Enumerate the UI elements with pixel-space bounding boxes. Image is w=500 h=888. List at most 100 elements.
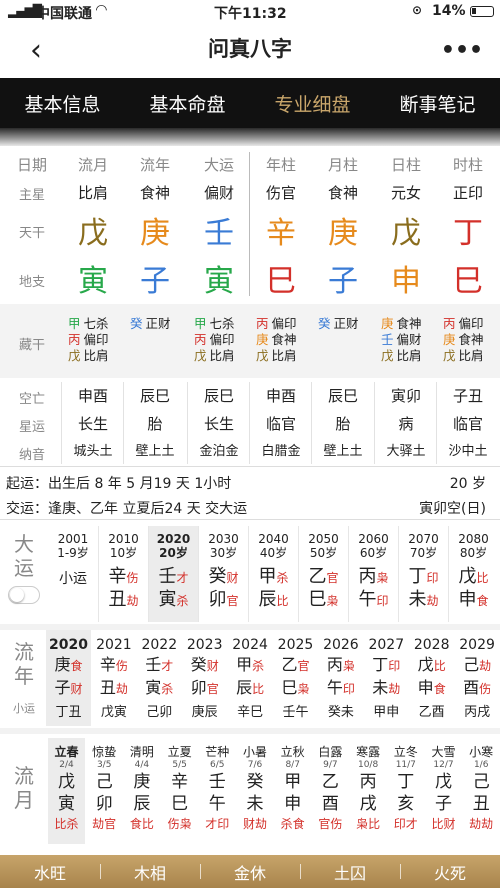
- wuxing-bar: 水旺 木相 金休 土囚 火死: [0, 855, 500, 888]
- liuyue-col-5[interactable]: 小暑 7/6 癸未财劫: [237, 738, 274, 844]
- liunian-col-9[interactable]: 2029 己劫 酉伤 丙戌: [455, 630, 500, 726]
- tab-basic-chart[interactable]: 基本命盘: [125, 78, 250, 128]
- clock: 下午11:32: [214, 6, 287, 22]
- liuyue-col-10[interactable]: 大雪 12/7 戊子比财: [425, 738, 462, 844]
- dayun-age: 20岁: [159, 546, 188, 560]
- dayun-col-3[interactable]: 2030 30岁 癸财 卯官: [198, 526, 248, 622]
- liuyue-zhi: 亥: [397, 794, 415, 814]
- dayun-shishen: 劫: [126, 594, 139, 608]
- liunian-col-8[interactable]: 2028 戊比 申食 乙酉: [409, 630, 454, 726]
- dayun-char: 辛: [108, 566, 127, 587]
- dayun-col-5[interactable]: 2050 50岁 乙官 巳枭: [298, 526, 348, 622]
- header-1: 流月: [77, 156, 108, 174]
- canggan-stem: 癸: [130, 316, 143, 331]
- liuyue-jieqi: 寒露: [356, 745, 381, 759]
- canggan-item: 丙偏印: [188, 332, 250, 348]
- col-divider: [61, 382, 62, 464]
- liuyue-col-4[interactable]: 芒种 6/5 壬午才印: [199, 738, 236, 844]
- liunian-col-0[interactable]: 2020 庚食 子财 丁丑: [46, 630, 91, 726]
- liuyue-col-9[interactable]: 立冬 11/7 丁亥印才: [387, 738, 424, 844]
- liunian-col-3[interactable]: 2023 癸财 卯官 庚辰: [182, 630, 227, 726]
- liunian-col-5[interactable]: 2025 乙官 巳枭 壬午: [273, 630, 318, 726]
- dayun-char: 巳: [308, 589, 327, 610]
- dayun-age: 80岁: [459, 546, 488, 560]
- liuyue-gan: 己: [472, 772, 490, 792]
- tab-notes[interactable]: 断事笔记: [375, 78, 500, 128]
- dayun-col-7[interactable]: 2070 70岁 丁印 未劫: [398, 526, 448, 622]
- dizhi-1: 子: [140, 264, 170, 299]
- liunian-col-7[interactable]: 2027 丁印 未劫 甲申: [364, 630, 409, 726]
- wuxing-fire: 火死: [400, 855, 500, 888]
- tab-pro-chart[interactable]: 专业细盘: [250, 78, 375, 128]
- liuyue-col-11[interactable]: 小寒 1/6 己丑劫劫: [463, 738, 500, 844]
- liunian-col-6[interactable]: 2026 丙枭 午印 癸未: [318, 630, 363, 726]
- col-divider: [436, 382, 437, 464]
- canggan-shishen: 比肩: [271, 348, 297, 363]
- dayun-char: 辰: [258, 589, 277, 610]
- canggan-shishen: 偏印: [458, 316, 484, 331]
- dayun-gz: 辛伤: [99, 566, 148, 589]
- liunian-gz: 巳枭: [273, 677, 318, 700]
- dayun-toggle[interactable]: [8, 586, 40, 604]
- wuxing-earth: 土囚: [300, 855, 400, 888]
- liuyue-col-2[interactable]: 清明 4/4 庚辰食比: [123, 738, 160, 844]
- dayun-year: 2060: [358, 532, 389, 546]
- liuyue-zhi: 申: [284, 794, 302, 814]
- nayin-2: 金泊金: [199, 444, 239, 459]
- dayun-gz: 癸财: [199, 566, 248, 589]
- liunian-year: 2021: [96, 637, 132, 653]
- liuyue-date: 4/4: [134, 760, 150, 770]
- dayun-col-2[interactable]: 2020 20岁 壬才 寅杀: [148, 526, 198, 622]
- liunian-col-1[interactable]: 2021 辛伤 丑劫 戊寅: [91, 630, 136, 726]
- qiyun-panel: 起运：出生后 8 年 5 月19 天 1小时 20 岁 交运：逢庚、乙年 立夏后…: [0, 466, 500, 520]
- canggan-col-6: 丙偏印庚食神戊比肩: [437, 316, 499, 364]
- liunian-gz: 己劫: [455, 654, 500, 677]
- liunian-col-4[interactable]: 2024 甲杀 辰比 辛巳: [228, 630, 273, 726]
- dayun-col-8[interactable]: 2080 80岁 戊比 申食: [448, 526, 498, 622]
- canggan-item: 戊比肩: [437, 348, 499, 364]
- liuyue-zhi: 卯: [95, 794, 113, 814]
- header-0: 日期: [16, 156, 47, 174]
- liunian-label: 流年: [14, 640, 34, 688]
- liunian-shishen: 印: [342, 682, 355, 696]
- header-5: 月柱: [327, 156, 358, 174]
- liunian-char: 壬: [145, 655, 162, 674]
- liuyue-col-8[interactable]: 寒露 10/8 丙戌枭比: [350, 738, 387, 844]
- tab-basic-info[interactable]: 基本信息: [0, 78, 125, 128]
- battery-icon: [470, 6, 494, 17]
- canggan-stem: 戊: [194, 348, 207, 363]
- liuyue-col-3[interactable]: 立夏 5/5 辛巳伤枭: [161, 738, 198, 844]
- dayun-col-4[interactable]: 2040 40岁 甲杀 辰比: [248, 526, 298, 622]
- liuyue-gan: 辛: [171, 772, 189, 792]
- liuyue-zhi: 子: [435, 794, 452, 814]
- canggan-shishen: 正财: [145, 316, 171, 331]
- liunian-char: 丑: [99, 678, 116, 697]
- dayun-shishen: 官: [226, 594, 239, 608]
- dayun-gz: 巳枭: [299, 589, 348, 612]
- liunian-char: 辰: [236, 678, 253, 697]
- liuyue-col-6[interactable]: 立秋 8/7 甲申杀食: [274, 738, 311, 844]
- dayun-col-1[interactable]: 2010 10岁 辛伤 丑劫: [98, 526, 148, 622]
- back-icon[interactable]: ‹: [18, 32, 54, 68]
- liuyue-jieqi: 立春: [54, 745, 79, 759]
- more-icon[interactable]: •••: [440, 32, 484, 68]
- tiangan-3: 辛: [266, 216, 296, 251]
- liuyue-col-1[interactable]: 惊蛰 3/5 己卯劫官: [86, 738, 123, 844]
- dayun-label: 大运: [14, 532, 34, 580]
- nayin-label: 纳音: [18, 448, 45, 463]
- xingyun-5: 病: [398, 415, 414, 433]
- liunian-char: 丙: [326, 655, 343, 674]
- dayun-col-6[interactable]: 2060 60岁 丙枭 午印: [348, 526, 398, 622]
- liuyue-date: 11/7: [395, 760, 416, 770]
- dayun-gz: 乙官: [299, 566, 348, 589]
- liunian-char: 戊: [417, 655, 434, 674]
- liunian-col-2[interactable]: 2022 壬才 寅杀 己卯: [137, 630, 182, 726]
- liunian-char: 辛: [99, 655, 116, 674]
- dayun-col-0[interactable]: 2001 1-9岁 小运: [48, 526, 98, 622]
- liunian-shishen: 才: [161, 659, 174, 673]
- liuyue-col-7[interactable]: 白露 9/7 乙酉官伤: [312, 738, 349, 844]
- liuyue-col-0[interactable]: 立春 2/4 戊寅比杀: [48, 738, 85, 844]
- canggan-item: 庚食神: [375, 316, 437, 332]
- canggan-stem: 庚: [443, 332, 456, 347]
- dayun-char: 午: [358, 589, 377, 610]
